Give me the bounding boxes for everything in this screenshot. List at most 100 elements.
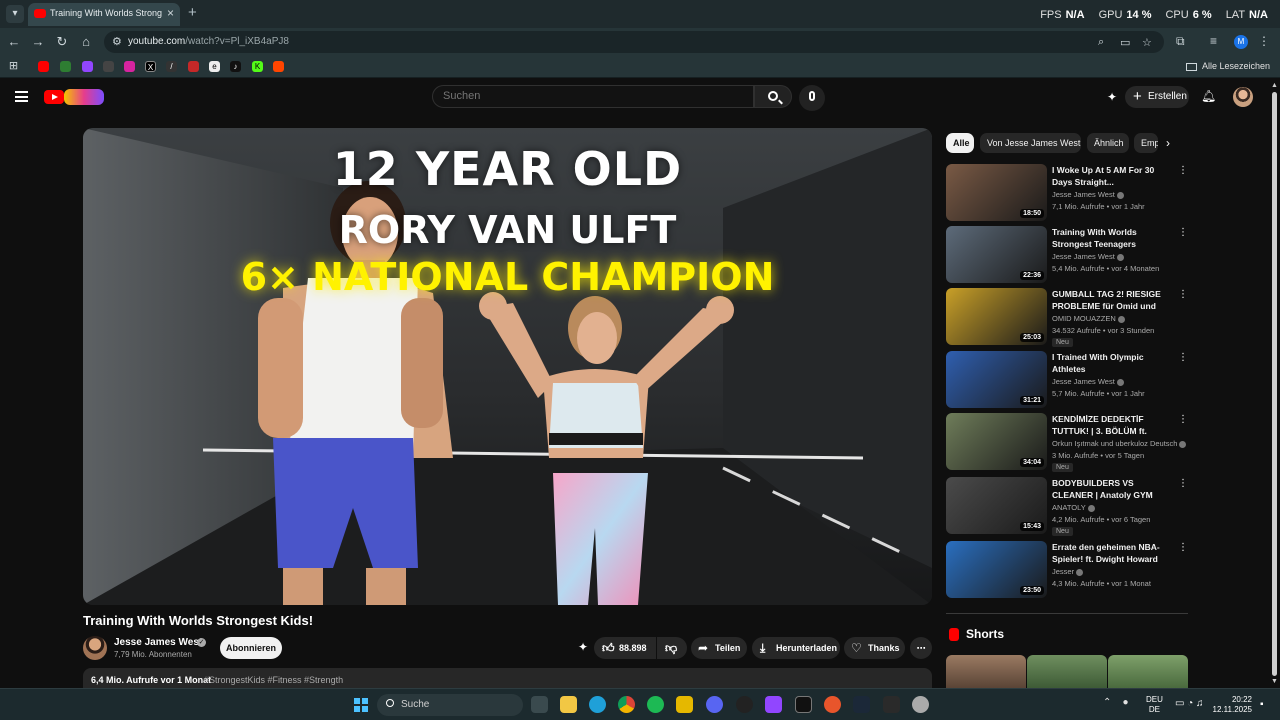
recommendation-channel[interactable]: Orkun Işıtmak und uberkuloz Deutsch — [1052, 439, 1190, 448]
bookmark-red-icon[interactable] — [188, 61, 199, 72]
recommendation-item[interactable]: 22:36 Training With Worlds Strongest Teen… — [946, 226, 1190, 284]
create-button[interactable]: + Erstellen — [1125, 86, 1189, 108]
channel-avatar[interactable] — [83, 636, 107, 660]
youtube-doodle[interactable] — [64, 89, 104, 105]
recommendation-channel[interactable]: OMID MOUAZZEN — [1052, 314, 1190, 323]
notification-icon[interactable]: ▪ — [1260, 699, 1264, 710]
windows-start-icon[interactable] — [354, 698, 368, 712]
task-view-icon[interactable] — [531, 696, 548, 713]
home-icon[interactable]: ⌂ — [78, 34, 94, 50]
bookmark-slash-icon[interactable]: / — [166, 61, 177, 72]
scrollbar-thumb[interactable] — [1272, 92, 1277, 676]
more-actions-button[interactable]: ⋯ — [910, 637, 932, 659]
spotify-icon[interactable] — [647, 696, 664, 713]
recommendation-title[interactable]: Training With Worlds Strongest Teenagers — [1052, 226, 1176, 250]
ubisoft-icon[interactable] — [912, 696, 929, 713]
system-tray[interactable]: ⌃ ● — [1103, 697, 1129, 708]
file-explorer-icon[interactable] — [560, 696, 577, 713]
bookmark-kick-icon[interactable]: K — [252, 61, 263, 72]
short-thumbnail[interactable] — [946, 655, 1026, 688]
more-options-icon[interactable]: ⋮ — [1178, 478, 1188, 489]
recommendation-thumbnail[interactable]: 31:21 — [946, 351, 1047, 408]
youtube-logo-icon[interactable] — [44, 90, 64, 104]
notifications-bell-icon[interactable]: 🔔︎ — [1201, 89, 1216, 103]
bookmark-circle-icon[interactable]: e — [209, 61, 220, 72]
bookmark-star-icon[interactable]: ☆ — [1142, 36, 1152, 49]
recommendation-title[interactable]: GUMBALL TAG 2! RIESIGE PROBLEME für Omid… — [1052, 288, 1176, 312]
recommendation-channel[interactable]: Jesse James West — [1052, 252, 1190, 261]
recommendation-title[interactable]: BODYBUILDERS VS CLEANER | Anatoly GYM PR… — [1052, 477, 1176, 501]
sparkle-icon[interactable]: ✦ — [1105, 90, 1119, 104]
recommendation-item[interactable]: 31:21 I Trained With Olympic Athletes Jess… — [946, 351, 1190, 409]
profile-avatar[interactable]: M — [1234, 35, 1248, 49]
chip-recommended[interactable]: Empfohlen — [1134, 133, 1158, 153]
recommendation-item[interactable]: 23:50 Errate den geheimen NBA-Spieler! ft… — [946, 541, 1190, 599]
search-box[interactable] — [432, 85, 754, 108]
network-volume-icons[interactable]: ▭ ◔ ♫ — [1175, 698, 1204, 709]
app-shield-icon[interactable] — [795, 696, 812, 713]
bookmark-chart-icon[interactable] — [60, 61, 71, 72]
tab-search-button[interactable]: ▾ — [6, 5, 24, 23]
hashtags[interactable]: #StrongestKids #Fitness #Strength — [204, 675, 343, 685]
browser-menu-icon[interactable]: ⋮ — [1258, 34, 1270, 48]
recommendation-item[interactable]: 25:03 GUMBALL TAG 2! RIESIGE PROBLEME für… — [946, 288, 1190, 347]
chrome-icon[interactable] — [618, 696, 635, 713]
recommendation-channel[interactable]: Jesse James West — [1052, 377, 1190, 386]
chevron-right-icon[interactable]: › — [1166, 136, 1170, 150]
media-control-icon[interactable]: ≡ — [1210, 34, 1217, 48]
site-info-icon[interactable]: ⚙ — [112, 35, 122, 48]
bookmark-tiktok-icon[interactable]: ♪ — [230, 61, 241, 72]
discord-icon[interactable] — [706, 696, 723, 713]
chip-all[interactable]: Alle — [946, 133, 974, 153]
bookmark-youtube-icon[interactable] — [38, 61, 49, 72]
share-button[interactable]: ➦ Teilen — [691, 637, 747, 659]
bookmark-twitch-icon[interactable] — [82, 61, 93, 72]
obs-icon[interactable] — [736, 696, 753, 713]
recommendation-thumbnail[interactable]: 25:03 — [946, 288, 1047, 345]
edge-icon[interactable] — [589, 696, 606, 713]
search-button[interactable] — [754, 85, 792, 108]
recommendation-thumbnail[interactable]: 23:50 — [946, 541, 1047, 598]
bookmark-x-icon[interactable]: X — [145, 61, 156, 72]
bookmark-reddit-icon[interactable] — [273, 61, 284, 72]
recommendation-title[interactable]: KENDİMİZE DEDEKTİF TUTTUK! | 3. BÖLÜM ft… — [1052, 413, 1176, 437]
recommendation-thumbnail[interactable]: 22:36 — [946, 226, 1047, 283]
recommendation-thumbnail[interactable]: 15:43 — [946, 477, 1047, 534]
recommendation-thumbnail[interactable]: 34:04 — [946, 413, 1047, 470]
more-options-icon[interactable]: ⋮ — [1178, 352, 1188, 363]
forward-icon[interactable]: → — [30, 34, 46, 50]
reload-icon[interactable]: ↻ — [54, 34, 70, 50]
recommendation-channel[interactable]: Jesse James West — [1052, 190, 1190, 199]
more-options-icon[interactable]: ⋮ — [1178, 227, 1188, 238]
hamburger-menu-icon[interactable] — [15, 91, 28, 102]
origin-icon[interactable] — [824, 696, 841, 713]
input-language[interactable]: DEU DE — [1146, 695, 1163, 715]
browser-tab[interactable]: Training With Worlds Strongest Kids! × — [28, 3, 180, 26]
recommendation-title[interactable]: I Trained With Olympic Athletes — [1052, 351, 1176, 375]
subscribe-button[interactable]: Abonnieren — [220, 637, 282, 659]
close-tab-icon[interactable]: × — [167, 6, 174, 20]
like-button[interactable]: 👍︎ 88.898 — [594, 637, 656, 659]
bookmark-instagram-icon[interactable] — [124, 61, 135, 72]
recommendation-item[interactable]: 15:43 BODYBUILDERS VS CLEANER | Anatoly G… — [946, 477, 1190, 536]
download-button[interactable]: ⤓ Herunterladen — [752, 637, 840, 659]
search-input[interactable] — [443, 90, 723, 102]
recommendation-thumbnail[interactable]: 18:50 — [946, 164, 1047, 221]
short-thumbnail[interactable] — [1108, 655, 1188, 688]
zoom-icon[interactable]: ⌕ — [1098, 36, 1104, 49]
more-options-icon[interactable]: ⋮ — [1178, 542, 1188, 553]
scroll-down-arrow-icon[interactable]: ▼ — [1271, 678, 1278, 685]
url-field[interactable]: ⚙ youtube.com/watch?v=Pl_iXB4aPJ8 ⌕ ▭ ☆ — [104, 31, 1164, 53]
video-player[interactable]: 12 YEAR OLD RORY VAN ULFT 6× NATIONAL CH… — [83, 128, 932, 605]
new-tab-icon[interactable]: + — [188, 4, 197, 21]
short-thumbnail[interactable] — [1027, 655, 1107, 688]
dislike-button[interactable]: 👎︎ — [657, 637, 687, 659]
recommendation-item[interactable]: 18:50 I Woke Up At 5 AM For 30 Days Strai… — [946, 164, 1190, 222]
recommendation-item[interactable]: 34:04 KENDİMİZE DEDEKTİF TUTTUK! | 3. BÖL… — [946, 413, 1190, 472]
twitch-app-icon[interactable] — [765, 696, 782, 713]
extensions-icon[interactable]: ⧉ — [1176, 34, 1185, 49]
all-bookmarks-button[interactable]: Alle Lesezeichen — [1185, 61, 1270, 71]
scroll-up-arrow-icon[interactable]: ▲ — [1271, 82, 1278, 89]
apps-grid-icon[interactable]: ⊞ — [8, 61, 19, 72]
thanks-button[interactable]: ♡ Thanks — [844, 637, 905, 659]
